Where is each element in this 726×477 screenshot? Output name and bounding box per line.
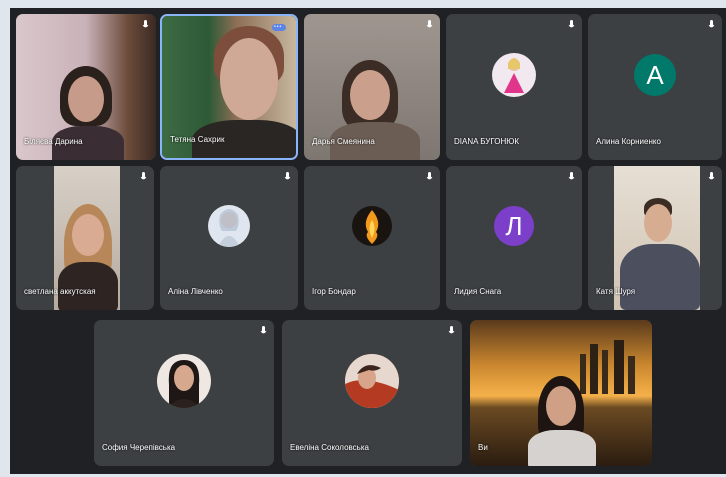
participant-name: Ви bbox=[478, 443, 488, 452]
microphone-icon bbox=[142, 20, 149, 28]
participant-name: Алина Корниенко bbox=[596, 137, 661, 146]
participant-name: Біляєва Дарина bbox=[24, 137, 83, 146]
participant-name: Катя Шуря bbox=[596, 287, 636, 296]
microphone-icon bbox=[284, 172, 291, 180]
participant-tile[interactable]: Ігор Бондар bbox=[304, 166, 440, 310]
participant-name: светлана аккутская bbox=[24, 287, 96, 296]
participant-name: Ігор Бондар bbox=[312, 287, 356, 296]
microphone-icon bbox=[708, 20, 715, 28]
participant-tile[interactable]: Л Лидия Снага bbox=[446, 166, 582, 310]
meeting-grid: Біляєва Дарина Тетяна Сахрик Дарья Смеян… bbox=[10, 8, 726, 474]
participant-name: DIANA БУГОНЮК bbox=[454, 137, 520, 146]
participant-tile[interactable]: Дарья Смеянина bbox=[304, 14, 440, 160]
microphone-icon bbox=[708, 172, 715, 180]
microphone-icon bbox=[568, 172, 575, 180]
microphone-icon bbox=[426, 172, 433, 180]
participant-avatar: А bbox=[634, 54, 676, 97]
participant-tile[interactable]: Катя Шуря bbox=[588, 166, 722, 310]
participant-name: Лидия Снага bbox=[454, 287, 502, 296]
participant-tile[interactable]: Ви bbox=[470, 320, 652, 466]
participant-name: Евеліна Соколовська bbox=[290, 443, 369, 452]
participant-avatar bbox=[157, 354, 211, 409]
participant-avatar bbox=[492, 53, 536, 98]
participant-video bbox=[470, 320, 652, 466]
microphone-icon bbox=[448, 326, 455, 334]
participant-tile[interactable]: Тетяна Сахрик bbox=[160, 14, 298, 160]
participant-name: Тетяна Сахрик bbox=[170, 135, 225, 144]
microphone-icon bbox=[426, 20, 433, 28]
bottom-bar bbox=[10, 466, 726, 474]
microphone-icon bbox=[140, 172, 147, 180]
participant-avatar: Л bbox=[494, 206, 534, 247]
participant-tile[interactable]: София Черепівська bbox=[94, 320, 274, 466]
participant-avatar bbox=[208, 205, 250, 248]
participant-name: Дарья Смеянина bbox=[312, 137, 375, 146]
participant-tile[interactable]: Біляєва Дарина bbox=[16, 14, 156, 160]
participant-tile[interactable]: А Алина Корниенко bbox=[588, 14, 722, 160]
microphone-icon bbox=[568, 20, 575, 28]
participant-avatar bbox=[345, 354, 399, 409]
participant-avatar bbox=[352, 206, 392, 247]
more-options-icon[interactable] bbox=[272, 24, 286, 31]
microphone-icon bbox=[260, 326, 267, 334]
participant-tile[interactable]: DIANA БУГОНЮК bbox=[446, 14, 582, 160]
participant-tile[interactable]: светлана аккутская bbox=[16, 166, 154, 310]
participant-tile[interactable]: Евеліна Соколовська bbox=[282, 320, 462, 466]
participant-tile[interactable]: Аліна Лівченко bbox=[160, 166, 298, 310]
participant-name: София Черепівська bbox=[102, 443, 176, 452]
participant-name: Аліна Лівченко bbox=[168, 287, 223, 296]
